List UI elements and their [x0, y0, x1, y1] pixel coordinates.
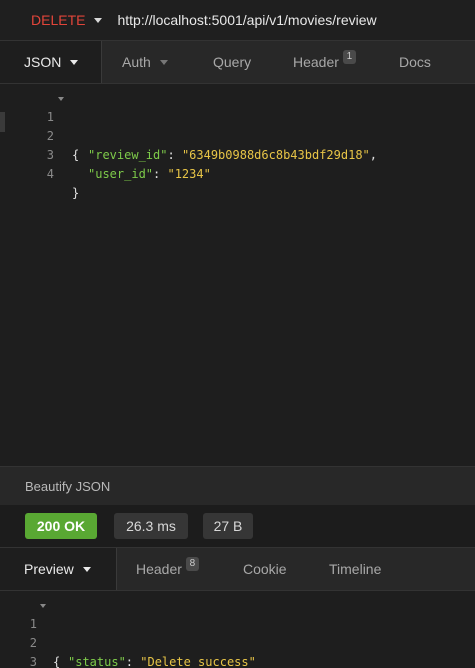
- code-line: 2 "review_id": "6349b0988d6c8b43bdf29d18…: [0, 108, 475, 162]
- response-size-badge: 27 B: [203, 513, 253, 539]
- method-dropdown[interactable]: DELETE: [31, 12, 103, 28]
- tab-query-label: Query: [213, 54, 252, 70]
- code-line: 1 {: [0, 596, 475, 668]
- chevron-down-icon: [159, 59, 168, 65]
- code-line: 3 }: [0, 634, 475, 668]
- tab-json[interactable]: JSON: [0, 41, 102, 83]
- method-label: DELETE: [31, 12, 86, 28]
- tab-response-header-label: Header: [136, 561, 182, 577]
- tab-query[interactable]: Query: [213, 41, 251, 83]
- status-badge: 200 OK: [25, 513, 97, 539]
- response-tabs: Preview Header 8 Cookie Timeline: [0, 547, 475, 591]
- json-value: "1234": [167, 167, 211, 181]
- fold-arrow-icon[interactable]: [58, 97, 64, 101]
- tab-cookie[interactable]: Cookie: [243, 548, 287, 590]
- url-bar: DELETE http://localhost:5001/api/v1/movi…: [0, 0, 475, 40]
- beautify-json-button[interactable]: Beautify JSON: [25, 479, 110, 494]
- tab-header-label: Header: [293, 54, 339, 70]
- response-time-badge: 26.3 ms: [114, 513, 188, 539]
- tab-cookie-label: Cookie: [243, 561, 287, 577]
- tab-timeline-label: Timeline: [329, 561, 382, 577]
- tab-auth[interactable]: Auth: [122, 41, 168, 83]
- tab-json-label: JSON: [24, 54, 62, 70]
- code-line: 4 }: [0, 146, 475, 200]
- tab-docs[interactable]: Docs: [399, 41, 431, 83]
- chevron-down-icon: [82, 566, 91, 572]
- tab-docs-label: Docs: [399, 54, 431, 70]
- code-line: 3 "user_id": "1234": [0, 127, 475, 181]
- chevron-down-icon: [94, 17, 103, 23]
- code-line: 2 "status": "Delete success": [0, 615, 475, 668]
- line-number: 4: [46, 167, 54, 181]
- response-status-bar: 200 OK 26.3 ms 27 B: [0, 505, 475, 547]
- tab-preview-label: Preview: [24, 561, 74, 577]
- chevron-down-icon: [70, 59, 79, 65]
- fold-arrow-icon[interactable]: [40, 604, 46, 608]
- request-tabs: JSON Auth Query Header 1 Docs: [0, 40, 475, 84]
- response-body-viewer[interactable]: 1 { 2 "status": "Delete success" 3 }: [0, 592, 475, 668]
- code-line: 1 {: [0, 89, 475, 162]
- header-count-badge: 1: [342, 50, 356, 64]
- tab-timeline[interactable]: Timeline: [329, 548, 381, 590]
- code-text: }: [72, 186, 80, 200]
- response-header-count-badge: 8: [185, 557, 199, 571]
- tab-auth-label: Auth: [122, 54, 151, 70]
- tab-response-header[interactable]: Header 8: [136, 548, 199, 590]
- json-key: "status": [68, 655, 126, 668]
- json-value: "Delete success": [140, 655, 256, 668]
- code-text: {: [53, 655, 61, 668]
- request-body-editor[interactable]: 1 { 2 "review_id": "6349b0988d6c8b43bdf2…: [0, 85, 475, 466]
- tab-header[interactable]: Header 1: [293, 41, 356, 83]
- url-input[interactable]: http://localhost:5001/api/v1/movies/revi…: [117, 12, 376, 28]
- json-key: "user_id": [88, 167, 154, 181]
- tab-preview[interactable]: Preview: [0, 548, 117, 590]
- line-number: 3: [29, 655, 37, 668]
- panel-edge-marker: [0, 112, 5, 132]
- beautify-bar: Beautify JSON: [0, 466, 475, 505]
